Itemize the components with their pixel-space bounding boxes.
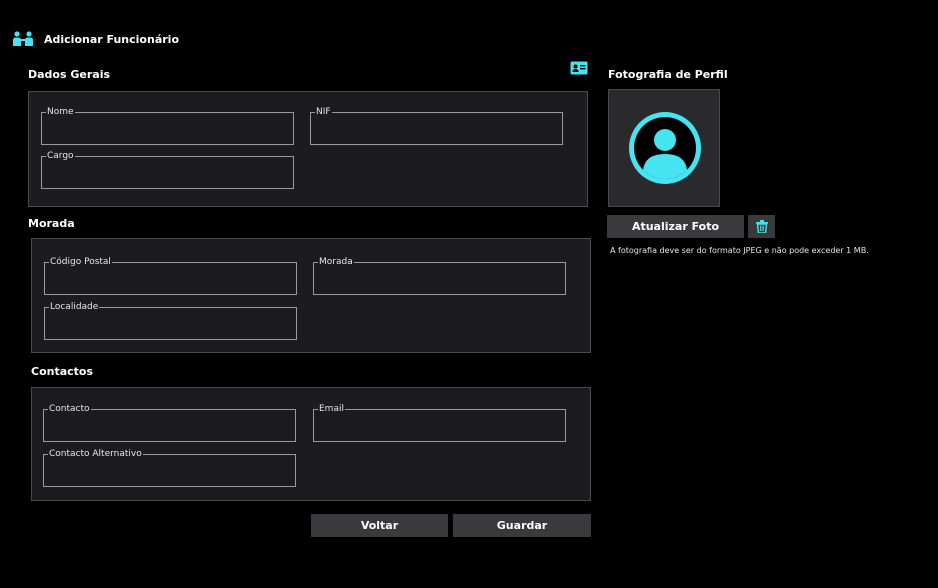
photo-frame [608, 89, 720, 207]
email-label: Email [313, 403, 345, 415]
contact-input[interactable] [50, 418, 289, 437]
email-input[interactable] [320, 418, 559, 437]
postal-code-field[interactable]: Código Postal [44, 256, 297, 295]
back-button[interactable]: Voltar [311, 514, 448, 537]
user-avatar-icon [629, 112, 701, 184]
people-group-icon [13, 31, 33, 46]
name-field[interactable]: Nome [41, 106, 294, 145]
delete-photo-button[interactable] [748, 215, 775, 238]
postal-code-input[interactable] [51, 271, 290, 290]
section-title-general: Dados Gerais [28, 68, 111, 81]
nif-field[interactable]: NIF [310, 106, 563, 145]
locality-field[interactable]: Localidade [43, 301, 297, 340]
general-panel: Nome NIF Cargo [28, 91, 588, 207]
alt-contact-input[interactable] [50, 463, 289, 482]
street-field[interactable]: Morada [313, 256, 566, 295]
postal-code-label: Código Postal [44, 256, 112, 268]
contacts-panel: Contacto Email Contacto Alternativo [31, 387, 591, 501]
nif-input[interactable] [317, 121, 556, 140]
alt-contact-label: Contacto Alternativo [43, 448, 143, 460]
section-title-address: Morada [28, 217, 75, 230]
role-input[interactable] [48, 165, 287, 184]
alt-contact-field[interactable]: Contacto Alternativo [43, 448, 296, 487]
name-input[interactable] [48, 121, 287, 140]
contact-field[interactable]: Contacto [43, 403, 296, 442]
section-title-contacts: Contactos [31, 365, 94, 378]
photo-format-note: A fotografia deve ser do formato JPEG e … [610, 246, 869, 255]
name-label: Nome [41, 106, 75, 118]
nif-label: NIF [310, 106, 332, 118]
id-card-icon[interactable] [570, 61, 588, 75]
page-title: Adicionar Funcionário [44, 32, 179, 46]
update-photo-button[interactable]: Atualizar Foto [607, 215, 744, 238]
address-panel: Código Postal Morada Localidade [31, 238, 591, 353]
role-field[interactable]: Cargo [41, 150, 294, 189]
photo-section-title: Fotografia de Perfil [608, 68, 728, 81]
locality-label: Localidade [43, 301, 100, 313]
page-header: Adicionar Funcionário [12, 29, 179, 49]
contact-label: Contacto [43, 403, 91, 415]
role-label: Cargo [41, 150, 75, 162]
email-field[interactable]: Email [313, 403, 566, 442]
trash-icon [755, 220, 768, 233]
locality-input[interactable] [51, 316, 290, 335]
save-button[interactable]: Guardar [453, 514, 591, 537]
street-label: Morada [313, 256, 354, 268]
street-input[interactable] [320, 271, 559, 290]
